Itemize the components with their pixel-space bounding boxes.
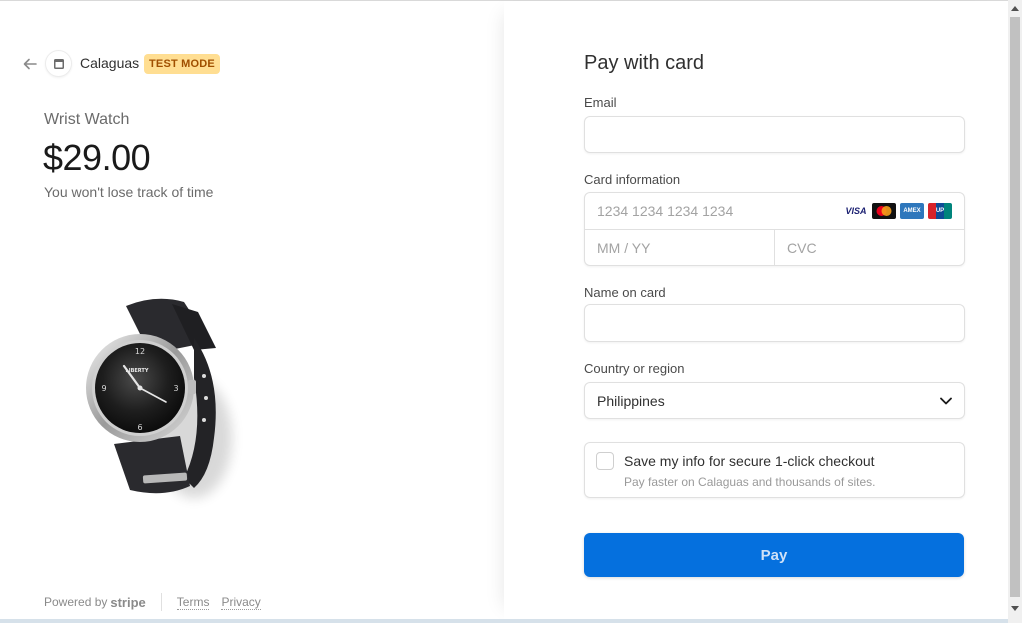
card-brands: VISA AMEX UP bbox=[844, 203, 952, 219]
terms-link[interactable]: Terms bbox=[176, 595, 210, 610]
country-label: Country or region bbox=[584, 361, 685, 376]
product-price: $29.00 bbox=[43, 137, 151, 178]
storefront-icon bbox=[45, 50, 72, 77]
powered-by-text: Powered by bbox=[44, 595, 108, 609]
email-input[interactable] bbox=[584, 116, 965, 153]
scrollbar-thumb[interactable] bbox=[1010, 17, 1020, 597]
save-info-title: Save my info for secure 1-click checkout bbox=[624, 453, 875, 469]
save-info-checkbox[interactable] bbox=[596, 452, 614, 470]
svg-text:12: 12 bbox=[135, 347, 145, 356]
test-mode-badge: TEST MODE bbox=[144, 54, 220, 74]
card-expiry-input[interactable] bbox=[585, 230, 775, 266]
country-select[interactable]: Philippines bbox=[584, 382, 965, 419]
footer-divider bbox=[160, 593, 162, 611]
order-summary-pane: Calaguas TEST MODE Wrist Watch $29.00 Yo… bbox=[0, 1, 504, 619]
payment-form-pane: Pay with card Email Card information VIS… bbox=[504, 1, 1008, 619]
stripe-logo[interactable]: stripe bbox=[110, 595, 145, 610]
product-description: You won't lose track of time bbox=[44, 184, 214, 200]
name-on-card-input[interactable] bbox=[584, 304, 965, 342]
svg-text:9: 9 bbox=[101, 384, 106, 393]
pay-button[interactable]: Pay bbox=[584, 533, 964, 577]
window-bottom-bar bbox=[0, 619, 1008, 623]
save-info-box: Save my info for secure 1-click checkout… bbox=[584, 442, 965, 498]
form-title: Pay with card bbox=[584, 52, 705, 74]
merchant-name: Calaguas bbox=[80, 55, 140, 71]
svg-text:6: 6 bbox=[137, 423, 142, 432]
visa-icon: VISA bbox=[844, 203, 868, 219]
card-information-label: Card information bbox=[584, 172, 681, 187]
unionpay-icon: UP bbox=[928, 203, 952, 219]
checkout-footer: Powered by stripe Terms Privacy bbox=[44, 593, 273, 611]
product-name: Wrist Watch bbox=[44, 111, 130, 128]
svg-text:3: 3 bbox=[173, 384, 178, 393]
amex-icon: AMEX bbox=[900, 203, 924, 219]
wrist-watch-image: 12 3 6 9 LIBERTY bbox=[44, 238, 288, 538]
vertical-scrollbar[interactable] bbox=[1008, 0, 1022, 623]
chevron-down-icon bbox=[940, 397, 952, 404]
country-select-value: Philippines bbox=[597, 392, 665, 409]
back-button[interactable] bbox=[20, 54, 40, 74]
arrow-left-icon bbox=[23, 58, 37, 70]
save-info-subtitle: Pay faster on Calaguas and thousands of … bbox=[624, 475, 876, 489]
mastercard-icon bbox=[872, 203, 896, 219]
card-cvc-input[interactable] bbox=[775, 230, 964, 266]
scroll-down-arrow-icon[interactable] bbox=[1008, 600, 1022, 617]
scroll-up-arrow-icon[interactable] bbox=[1008, 0, 1022, 17]
card-information-group: VISA AMEX UP bbox=[584, 192, 965, 266]
email-label: Email bbox=[584, 95, 617, 110]
name-on-card-label: Name on card bbox=[584, 285, 666, 300]
privacy-link[interactable]: Privacy bbox=[221, 595, 261, 610]
